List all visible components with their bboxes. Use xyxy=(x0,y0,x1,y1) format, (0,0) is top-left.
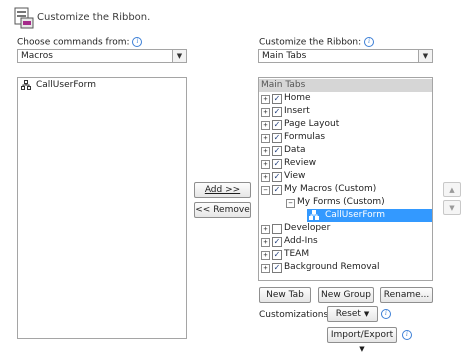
reset-button[interactable]: Reset ▼ xyxy=(327,306,378,322)
tree-item-developer[interactable]: + Developer xyxy=(259,222,432,235)
tree-item-calluserform[interactable]: CallUserForm xyxy=(307,209,432,222)
ribbon-tabs-value: Main Tabs xyxy=(262,51,307,61)
chevron-down-icon[interactable]: ▼ xyxy=(418,50,432,62)
tree-item-page-layout[interactable]: + ✓ Page Layout xyxy=(259,118,432,131)
info-icon[interactable]: i xyxy=(364,37,375,47)
tree-header-label: Main Tabs xyxy=(261,80,306,90)
expand-icon[interactable]: + xyxy=(261,225,270,234)
macro-icon xyxy=(21,80,31,90)
move-down-icon: ▼ xyxy=(449,204,455,212)
tree-item-team[interactable]: + ✓ TEAM xyxy=(259,248,432,261)
chevron-down-icon[interactable]: ▼ xyxy=(172,50,186,62)
new-tab-label: New Tab xyxy=(266,290,304,300)
commands-from-select[interactable]: Macros ▼ xyxy=(17,49,187,63)
tree-item-label: Insert xyxy=(284,106,310,116)
checkbox[interactable]: ✓ xyxy=(272,172,282,182)
new-tab-button[interactable]: New Tab xyxy=(259,287,311,303)
new-group-label: New Group xyxy=(321,290,371,300)
expand-icon[interactable]: + xyxy=(261,147,270,156)
remove-button[interactable]: << Remove xyxy=(194,202,251,218)
checkbox[interactable]: ✓ xyxy=(272,120,282,130)
checkbox[interactable] xyxy=(272,224,282,234)
import-export-button[interactable]: Import/Export ▼ xyxy=(327,327,397,353)
collapse-icon[interactable]: − xyxy=(261,186,270,195)
tree-item-label: Home xyxy=(284,93,311,103)
add-button[interactable]: Add >> xyxy=(194,182,251,198)
tree-item-label: TEAM xyxy=(284,249,310,259)
tree-item-label: Developer xyxy=(284,223,331,233)
tree-item-formulas[interactable]: + ✓ Formulas xyxy=(259,131,432,144)
reset-label: Reset xyxy=(335,309,361,319)
move-down-button[interactable]: ▼ xyxy=(443,200,461,215)
checkbox[interactable]: ✓ xyxy=(272,237,282,247)
tree-item-label: Add-Ins xyxy=(284,236,318,246)
info-icon[interactable]: i xyxy=(132,37,143,47)
checkbox[interactable]: ✓ xyxy=(272,133,282,143)
info-icon[interactable]: i xyxy=(381,309,391,319)
expand-icon[interactable]: + xyxy=(261,160,270,169)
move-up-icon: ▲ xyxy=(449,186,455,194)
tree-item-label: View xyxy=(284,171,306,181)
choose-commands-label: Choose commands from: i xyxy=(17,37,143,48)
checkbox[interactable]: ✓ xyxy=(272,250,282,260)
ribbon-tree[interactable]: Main Tabs + ✓ Home + ✓ Insert + ✓ Page L… xyxy=(258,77,433,281)
tree-item-label: Page Layout xyxy=(284,119,340,129)
move-up-button[interactable]: ▲ xyxy=(443,182,461,197)
expand-icon[interactable]: + xyxy=(261,264,270,273)
collapse-icon[interactable]: − xyxy=(286,199,295,208)
checkbox[interactable]: ✓ xyxy=(272,159,282,169)
tree-item-label: Background Removal xyxy=(284,262,380,272)
tree-item-label: My Macros (Custom) xyxy=(284,184,377,194)
checkbox[interactable]: ✓ xyxy=(272,185,282,195)
rename-button[interactable]: Rename... xyxy=(380,287,433,303)
tree-item-label: Review xyxy=(284,158,317,168)
tree-item-add-ins[interactable]: + ✓ Add-Ins xyxy=(259,235,432,248)
dropdown-arrow-icon: ▼ xyxy=(359,345,365,353)
list-item[interactable]: CallUserForm xyxy=(18,79,186,92)
page-title: Customize the Ribbon. xyxy=(37,12,151,23)
info-icon[interactable]: i xyxy=(402,330,412,340)
commands-list[interactable]: CallUserForm xyxy=(17,77,187,339)
tree-item-insert[interactable]: + ✓ Insert xyxy=(259,105,432,118)
tree-item-view[interactable]: + ✓ View xyxy=(259,170,432,183)
import-export-label: Import/Export xyxy=(330,330,394,340)
expand-icon[interactable]: + xyxy=(261,108,270,117)
dropdown-arrow-icon: ▼ xyxy=(363,310,370,318)
add-button-label: Add >> xyxy=(204,185,241,195)
checkbox[interactable]: ✓ xyxy=(272,94,282,104)
list-item-label: CallUserForm xyxy=(36,80,96,90)
commands-from-value: Macros xyxy=(21,51,53,61)
tree-item-data[interactable]: + ✓ Data xyxy=(259,144,432,157)
checkbox[interactable]: ✓ xyxy=(272,107,282,117)
customize-ribbon-icon xyxy=(14,7,34,29)
customize-ribbon-label: Customize the Ribbon: i xyxy=(259,37,375,48)
tree-header: Main Tabs xyxy=(259,79,432,92)
new-group-button[interactable]: New Group xyxy=(318,287,374,303)
expand-icon[interactable]: + xyxy=(261,121,270,130)
checkbox[interactable]: ✓ xyxy=(272,263,282,273)
customizations-label: Customizations: xyxy=(259,310,332,320)
expand-icon[interactable]: + xyxy=(261,173,270,182)
ribbon-tabs-select[interactable]: Main Tabs ▼ xyxy=(258,49,433,63)
tree-item-my-macros[interactable]: − ✓ My Macros (Custom) xyxy=(259,183,432,196)
tree-item-my-forms[interactable]: − My Forms (Custom) xyxy=(259,196,432,209)
tree-item-home[interactable]: + ✓ Home xyxy=(259,92,432,105)
choose-commands-text: Choose commands from: xyxy=(17,37,130,48)
tree-item-label: Formulas xyxy=(284,132,326,142)
remove-button-label: << Remove xyxy=(195,205,250,215)
expand-icon[interactable]: + xyxy=(261,134,270,143)
tree-item-label: My Forms (Custom) xyxy=(297,197,385,207)
expand-icon[interactable]: + xyxy=(261,238,270,247)
expand-icon[interactable]: + xyxy=(261,251,270,260)
macro-icon xyxy=(309,210,319,220)
tree-item-label: CallUserForm xyxy=(325,210,385,220)
checkbox[interactable]: ✓ xyxy=(272,146,282,156)
tree-item-background-removal[interactable]: + ✓ Background Removal xyxy=(259,261,432,274)
tree-item-label: Data xyxy=(284,145,306,155)
expand-icon[interactable]: + xyxy=(261,95,270,104)
tree-item-review[interactable]: + ✓ Review xyxy=(259,157,432,170)
customize-ribbon-text: Customize the Ribbon: xyxy=(259,37,362,48)
rename-label: Rename... xyxy=(383,290,430,300)
